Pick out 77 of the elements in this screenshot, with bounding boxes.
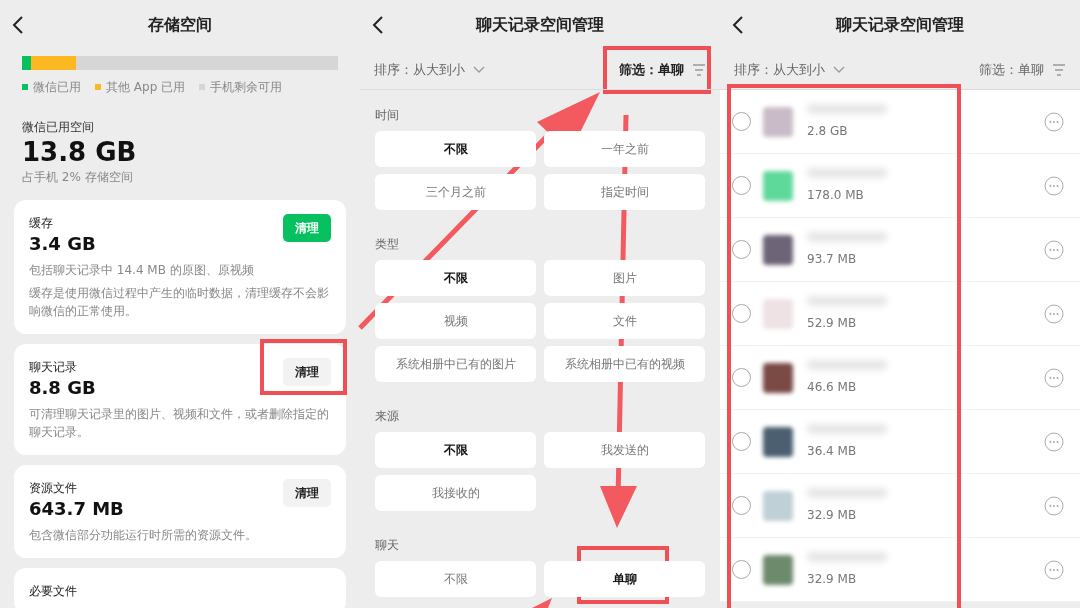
- card-title: 缓存: [29, 215, 54, 232]
- filter-icon: [692, 63, 706, 76]
- card-size: 8.8 GB: [29, 376, 96, 400]
- filter-option[interactable]: 不限: [375, 131, 536, 167]
- more-icon[interactable]: [1044, 367, 1064, 388]
- clean-button[interactable]: 清理: [283, 358, 331, 386]
- filter-option[interactable]: 三个月之前: [375, 174, 536, 210]
- filter-option[interactable]: 单聊: [544, 561, 705, 597]
- section-title: 时间: [375, 108, 400, 122]
- filter-option[interactable]: 图片: [544, 260, 705, 296]
- section-title: 聊天: [375, 538, 400, 552]
- filter-option[interactable]: 我接收的: [375, 475, 536, 511]
- legend-label: 手机剩余可用: [210, 79, 283, 96]
- filter-option[interactable]: 文件: [544, 303, 705, 339]
- chat-size: 52.9 MB: [807, 314, 858, 332]
- used-label: 微信已用空间: [22, 119, 95, 136]
- chat-size: 93.7 MB: [807, 250, 858, 268]
- chevron-down-icon: [473, 65, 485, 74]
- chevron-down-icon: [833, 65, 845, 74]
- card-note: 包含微信部分功能运行时所需的资源文件。: [29, 527, 258, 544]
- card-title: 必要文件: [29, 583, 77, 600]
- filter-option[interactable]: 视频: [375, 303, 536, 339]
- chat-size: 2.8 GB: [807, 122, 849, 140]
- legend-label: 微信已用: [33, 79, 81, 96]
- filter-option[interactable]: 一年之前: [544, 131, 705, 167]
- sort-dropdown[interactable]: 排序：从大到小: [374, 59, 485, 80]
- arrow: [532, 598, 552, 608]
- chat-row[interactable]: 36.4 MB: [720, 410, 1080, 474]
- card-title: 资源文件: [29, 480, 78, 497]
- used-note: 占手机 2% 存储空间: [22, 169, 134, 186]
- card-size: 3.4 GB: [29, 232, 96, 256]
- card-note: 包括聊天记录中 14.4 MB 的原图、原视频: [29, 262, 255, 279]
- section-title: 来源: [375, 409, 400, 423]
- chat-row[interactable]: 178.0 MB: [720, 154, 1080, 218]
- more-icon[interactable]: [1044, 431, 1064, 452]
- screen-title: 聊天记录空间管理: [476, 14, 604, 36]
- more-icon[interactable]: [1044, 239, 1064, 260]
- more-icon[interactable]: [1044, 303, 1064, 324]
- chat-row[interactable]: 46.6 MB: [720, 346, 1080, 410]
- clean-button[interactable]: 清理: [283, 479, 331, 507]
- filter-option[interactable]: 不限: [375, 432, 536, 468]
- back-icon[interactable]: [372, 16, 384, 34]
- section-title: 类型: [375, 237, 400, 251]
- back-icon[interactable]: [12, 16, 24, 34]
- chat-size: 178.0 MB: [807, 186, 865, 204]
- sort-dropdown[interactable]: 排序：从大到小: [734, 59, 845, 80]
- chat-size: 32.9 MB: [807, 570, 858, 588]
- filter-option[interactable]: 不限: [375, 561, 536, 597]
- filter-button[interactable]: 筛选：单聊: [979, 59, 1066, 80]
- more-icon[interactable]: [1044, 559, 1064, 580]
- filter-option[interactable]: 指定时间: [544, 174, 705, 210]
- card-note: 缓存是使用微信过程中产生的临时数据，清理缓存不会影响微信的正常使用。: [29, 285, 330, 320]
- screen-title: 存储空间: [148, 14, 212, 36]
- legend-label: 其他 App 已用: [106, 79, 186, 96]
- chat-size: 46.6 MB: [807, 378, 858, 396]
- used-value: 13.8 GB: [22, 136, 138, 168]
- card-note: 可清理聊天记录里的图片、视频和文件，或者删除指定的聊天记录。: [29, 406, 330, 441]
- chat-row[interactable]: 32.9 MB: [720, 538, 1080, 602]
- more-icon[interactable]: [1044, 175, 1064, 196]
- filter-option[interactable]: 我发送的: [544, 432, 705, 468]
- back-icon[interactable]: [732, 16, 744, 34]
- filter-option[interactable]: 系统相册中已有的视频: [544, 346, 705, 382]
- chat-row[interactable]: 52.9 MB: [720, 282, 1080, 346]
- more-icon[interactable]: [1044, 111, 1064, 132]
- filter-button[interactable]: 筛选：单聊: [619, 59, 706, 80]
- chat-row[interactable]: 32.9 MB: [720, 474, 1080, 538]
- chat-size: 32.9 MB: [807, 506, 858, 524]
- filter-option[interactable]: 不限: [375, 260, 536, 296]
- filter-option[interactable]: 系统相册中已有的图片: [375, 346, 536, 382]
- chat-row[interactable]: 2.8 GB: [720, 90, 1080, 154]
- card-size: 643.7 MB: [29, 497, 124, 521]
- screen-title: 聊天记录空间管理: [836, 14, 964, 36]
- chat-row[interactable]: 93.7 MB: [720, 218, 1080, 282]
- card-title: 聊天记录: [29, 359, 78, 376]
- more-icon[interactable]: [1044, 495, 1064, 516]
- filter-icon: [1052, 63, 1066, 76]
- chat-size: 36.4 MB: [807, 442, 858, 460]
